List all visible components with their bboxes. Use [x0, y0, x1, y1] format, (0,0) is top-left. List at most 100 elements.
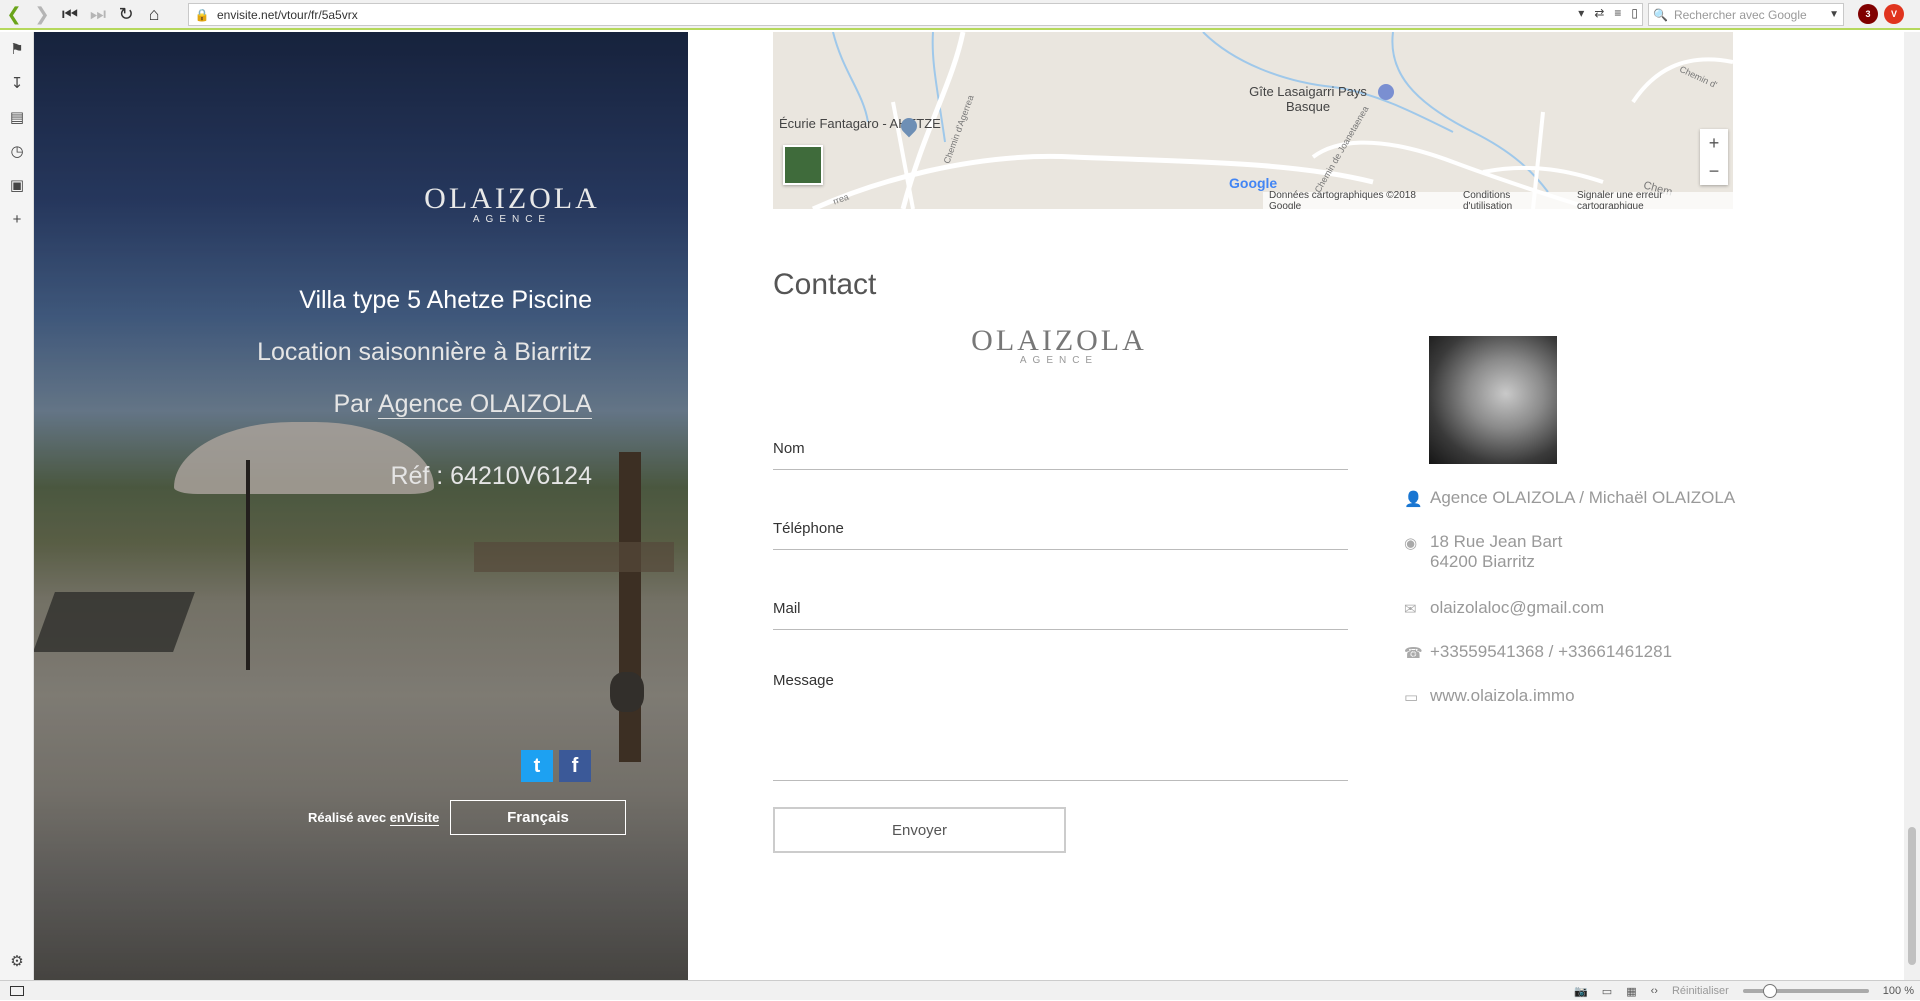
twitter-icon[interactable]: t [521, 750, 553, 782]
hero-overlay [34, 32, 688, 980]
language-button[interactable]: Français [450, 800, 626, 835]
images-icon[interactable]: ▦ [1626, 985, 1636, 998]
map-report-link[interactable]: Signaler une erreur cartographique [1577, 190, 1727, 210]
bookmarks-panel-icon[interactable]: ⚑ [0, 32, 34, 66]
reload-icon[interactable]: ↻ [112, 0, 140, 28]
made-by-prefix: Réalisé avec [308, 810, 387, 825]
email-link[interactable]: olaizolaloc@gmail.com [1430, 598, 1604, 618]
search-input[interactable]: Rechercher avec Google [1674, 8, 1829, 22]
phone-row: ☎ +33559541368 / +33661461281 [1404, 642, 1672, 662]
search-bar[interactable]: 🔍 Rechercher avec Google ▼ [1648, 3, 1844, 26]
address-bar[interactable]: 🔒 envisite.net/vtour/fr/5a5vrx ▾ ⇄ ≡ ▯ [188, 3, 1643, 26]
reader-icon[interactable]: ≡ [1614, 6, 1621, 20]
message-field[interactable]: Message [773, 672, 1348, 781]
address-row: ◉ 18 Rue Jean Bart 64200 Biarritz [1404, 532, 1562, 572]
dropdown-icon[interactable]: ▾ [1578, 6, 1584, 20]
vivaldi-menu-icon[interactable]: V [1884, 4, 1904, 24]
hero-logo: OLAIZOLA AGENCE [402, 182, 622, 225]
phone-field[interactable]: Téléphone [773, 520, 1348, 550]
rewind-icon[interactable]: ⏮ [56, 0, 84, 28]
browser-window-icon: ▭ [1404, 689, 1419, 706]
address-line1: 18 Rue Jean Bart [1430, 532, 1563, 551]
agent-photo [1429, 336, 1557, 464]
map-data-credit: Données cartographiques ©2018 Google [1269, 189, 1416, 210]
zoom-slider[interactable] [1742, 984, 1869, 998]
camera-icon[interactable]: 📷 [1574, 985, 1588, 998]
ublock-count: 3 [1865, 9, 1871, 19]
page-actions-icon[interactable]: ‹› [1651, 985, 1658, 997]
browser-toolbar: ❮ ❯ ⏮ ⏭ ↻ ⌂ 🔒 envisite.net/vtour/fr/5a5v… [0, 0, 1920, 30]
page-content: OLAIZOLA AGENCE Villa type 5 Ahetze Pisc… [34, 32, 1904, 980]
website-row: ▭ www.olaizola.immo [1404, 686, 1575, 706]
name-field[interactable]: Nom [773, 440, 1348, 470]
mail-field[interactable]: Mail [773, 600, 1348, 630]
settings-gear-icon[interactable]: ⚙ [0, 944, 34, 978]
back-icon[interactable]: ❮ [0, 0, 28, 28]
send-button[interactable]: Envoyer [773, 807, 1066, 853]
phone-icon: ☎ [1404, 645, 1423, 662]
website-link[interactable]: www.olaizola.immo [1430, 686, 1575, 706]
downloads-panel-icon[interactable]: ↧ [0, 66, 34, 100]
facebook-icon[interactable]: f [559, 750, 591, 782]
page-scrollbar[interactable] [1904, 32, 1920, 980]
home-icon[interactable]: ⌂ [140, 0, 168, 28]
tiling-icon[interactable]: ▭ [1602, 985, 1612, 998]
agent-name-row: 👤 Agence OLAIZOLA / Michaël OLAIZOLA [1404, 488, 1735, 508]
lodging-pin-icon[interactable] [1378, 84, 1394, 100]
fast-forward-icon[interactable]: ⏭ [84, 0, 112, 28]
map-label-gite: Gîte Lasaigarri Pays Basque [1249, 84, 1367, 114]
search-icon: 🔍 [1653, 7, 1668, 22]
zoom-out-button[interactable]: − [1700, 157, 1728, 185]
add-panel-icon[interactable]: + [0, 202, 34, 236]
map-zoom-controls: + − [1700, 129, 1728, 185]
envisite-link[interactable]: enVisite [389, 810, 440, 826]
contact-title: Contact [773, 268, 877, 301]
zoom-level: 100 % [1882, 985, 1914, 997]
history-panel-icon[interactable]: ◷ [0, 134, 34, 168]
hero-logo-main: OLAIZOLA [424, 182, 600, 215]
ublock-icon[interactable]: 3 [1858, 4, 1878, 24]
message-label: Message [773, 672, 834, 689]
map-footer: Données cartographiques ©2018 Google Con… [1263, 189, 1733, 210]
address-line2: 64200 Biarritz [1430, 552, 1535, 571]
lock-icon: 🔒 [194, 7, 210, 22]
location-pin-icon: ◉ [1404, 535, 1418, 552]
window-panel-icon[interactable]: ▣ [0, 168, 34, 202]
hero-panorama[interactable]: OLAIZOLA AGENCE Villa type 5 Ahetze Pisc… [34, 32, 688, 980]
panel-toggle-icon[interactable] [10, 985, 24, 996]
property-ref: Réf : 64210V6124 [390, 462, 592, 490]
forward-icon[interactable]: ❯ [28, 0, 56, 28]
phone-numbers[interactable]: +33559541368 / +33661461281 [1430, 642, 1672, 662]
map-terms-link[interactable]: Conditions d'utilisation [1463, 190, 1559, 210]
by-prefix: Par [333, 390, 373, 418]
translate-icon[interactable]: ⇄ [1594, 6, 1604, 20]
twitter-glyph: t [533, 754, 541, 777]
search-engine-dropdown-icon[interactable]: ▼ [1829, 9, 1839, 20]
browser-side-panel: ⚑ ↧ ▤ ◷ ▣ + ⚙ [0, 32, 34, 980]
mail-label: Mail [773, 600, 801, 617]
facebook-glyph: f [571, 754, 579, 777]
bookmark-icon[interactable]: ▯ [1631, 6, 1638, 20]
agent-name: Agence OLAIZOLA / Michaël OLAIZOLA [1430, 488, 1736, 507]
scroll-thumb[interactable] [1908, 827, 1916, 965]
agency-link[interactable]: Agence OLAIZOLA [377, 390, 592, 419]
notes-panel-icon[interactable]: ▤ [0, 100, 34, 134]
email-row: ✉ olaizolaloc@gmail.com [1404, 598, 1604, 618]
status-bar: 📷 ▭ ▦ ‹› Réinitialiser 100 % [0, 980, 1920, 1000]
contact-logo: OLAIZOLA AGENCE [969, 324, 1149, 366]
made-by: Réalisé avec enVisite [308, 810, 440, 826]
zoom-in-button[interactable]: + [1700, 129, 1728, 157]
social-links: t f [521, 750, 591, 782]
satellite-toggle[interactable] [783, 145, 823, 185]
url-text[interactable]: envisite.net/vtour/fr/5a5vrx [217, 8, 358, 22]
name-label: Nom [773, 440, 805, 457]
contact-logo-main: OLAIZOLA [971, 324, 1147, 357]
property-agency: Par Agence OLAIZOLA [333, 390, 592, 419]
google-map[interactable]: Écurie Fantagaro - AHETZE Gîte Lasaigarr… [773, 32, 1733, 209]
property-subtitle: Location saisonnière à Biarritz [257, 338, 592, 366]
reset-zoom-label[interactable]: Réinitialiser [1672, 985, 1729, 997]
phone-label: Téléphone [773, 520, 844, 537]
zoom-slider-knob[interactable] [1762, 984, 1777, 998]
envelope-icon: ✉ [1404, 601, 1417, 618]
property-title: Villa type 5 Ahetze Piscine [299, 286, 592, 314]
